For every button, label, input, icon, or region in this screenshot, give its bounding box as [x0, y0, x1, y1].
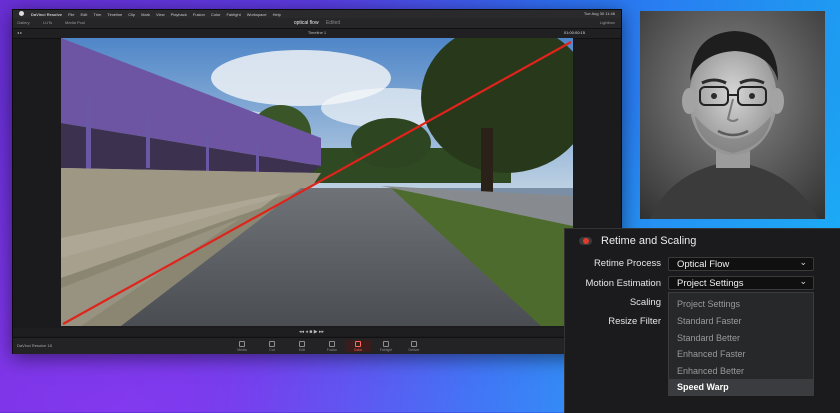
motion-estimation-label: Motion Estimation [585, 278, 661, 289]
deliver-page-icon [411, 341, 417, 347]
tab-edit[interactable]: Edit [289, 340, 315, 352]
play-icon[interactable]: ◂◂ ◂ ■ ▶ ▸▸ [299, 329, 324, 335]
menu-option-project-settings[interactable]: Project Settings [669, 296, 813, 312]
color-page-icon [355, 341, 361, 347]
timeline-name[interactable]: Timeline 1 [13, 30, 621, 35]
resize-filter-label: Resize Filter [608, 316, 661, 327]
tab-label: Cut [269, 348, 275, 352]
video-viewer[interactable] [61, 38, 573, 326]
tab-cut[interactable]: Cut [259, 340, 285, 352]
retime-process-value: Optical Flow [677, 259, 730, 270]
panel-header: Retime and Scaling [565, 229, 840, 255]
lightbox-button[interactable]: Lightbox [600, 20, 615, 25]
edited-label: Edited [325, 20, 341, 26]
menu-item[interactable]: Fairlight [226, 12, 240, 17]
project-title-text: optical flow [293, 20, 319, 26]
menu-option-speed-warp[interactable]: Speed Warp [669, 379, 813, 395]
menu-item[interactable]: Workspace [247, 12, 267, 17]
timecode: 01:00:00:15 [563, 30, 585, 35]
menu-item[interactable]: DaVinci Resolve [31, 12, 62, 17]
motion-estimation-value: Project Settings [677, 278, 744, 289]
tab-label: Edit [298, 348, 306, 352]
macos-menu-bar: DaVinci Resolve File Edit Trim Timeline … [13, 10, 621, 18]
menu-item[interactable]: Trim [93, 12, 101, 17]
menu-item[interactable]: Clip [128, 12, 135, 17]
menu-item[interactable]: Help [273, 12, 281, 17]
project-title: optical flow Edited [13, 20, 621, 26]
tab-label: Fusion [326, 348, 338, 352]
retime-process-label: Retime Process [593, 258, 661, 269]
tab-fairlight[interactable]: Fairlight [373, 340, 399, 352]
menu-item[interactable]: Mark [141, 12, 150, 17]
menu-option-standard-better[interactable]: Standard Better [669, 330, 813, 346]
apple-icon[interactable] [19, 11, 24, 16]
fusion-page-icon [329, 341, 335, 347]
tab-color[interactable]: Color [345, 340, 371, 352]
toggle-knob [583, 238, 589, 244]
menu-item[interactable]: Timeline [107, 12, 122, 17]
edit-page-icon [299, 341, 305, 347]
fairlight-page-icon [383, 341, 389, 347]
menu-item[interactable]: Edit [81, 12, 88, 17]
presenter-portrait-image [640, 11, 825, 219]
transport-controls: ◂◂ ◂ ■ ▶ ▸▸ [13, 328, 621, 336]
tab-label: Fairlight [379, 348, 393, 352]
tab-fusion[interactable]: Fusion [319, 340, 345, 352]
motion-estimation-menu: Project Settings Standard Faster Standar… [668, 292, 814, 396]
cut-page-icon [269, 341, 275, 347]
presenter-photo [640, 11, 825, 219]
toggle-switch-icon[interactable] [579, 237, 592, 245]
menu-item[interactable]: File [68, 12, 74, 17]
page-navigation-bar: DaVinci Resolve 18 Media Cut Edit Fusion… [13, 337, 621, 354]
menu-option-enhanced-better[interactable]: Enhanced Better [669, 363, 813, 379]
tab-deliver[interactable]: Deliver [401, 340, 427, 352]
tab-label: Deliver [408, 348, 420, 352]
retime-process-dropdown[interactable]: Optical Flow ⌄ [668, 257, 814, 271]
chevron-down-icon: ⌄ [799, 276, 807, 286]
tab-label: Media [237, 348, 247, 352]
tab-media[interactable]: Media [229, 340, 255, 352]
menu-item[interactable]: Color [211, 12, 221, 17]
brand-label: DaVinci Resolve 18 [17, 343, 52, 348]
menu-option-enhanced-faster[interactable]: Enhanced Faster [669, 346, 813, 362]
motion-estimation-dropdown[interactable]: Project Settings ⌄ [668, 276, 814, 290]
scaling-label: Scaling [629, 297, 661, 308]
top-toolbar: Gallery LUTs Media Pool optical flow Edi… [13, 18, 621, 29]
menu-item[interactable]: Fusion [193, 12, 205, 17]
menu-clock: Tue Aug 30 11:46 [583, 11, 615, 16]
menu-item[interactable]: View [156, 12, 165, 17]
media-page-icon [239, 341, 245, 347]
panel-title: Retime and Scaling [601, 235, 697, 247]
resolve-window: DaVinci Resolve File Edit Trim Timeline … [12, 9, 622, 354]
chevron-down-icon: ⌄ [799, 257, 807, 267]
menu-option-standard-faster[interactable]: Standard Faster [669, 313, 813, 329]
menu-item[interactable]: Playback [171, 12, 187, 17]
viewer-frame [61, 38, 573, 326]
tab-label: Color [353, 348, 363, 352]
